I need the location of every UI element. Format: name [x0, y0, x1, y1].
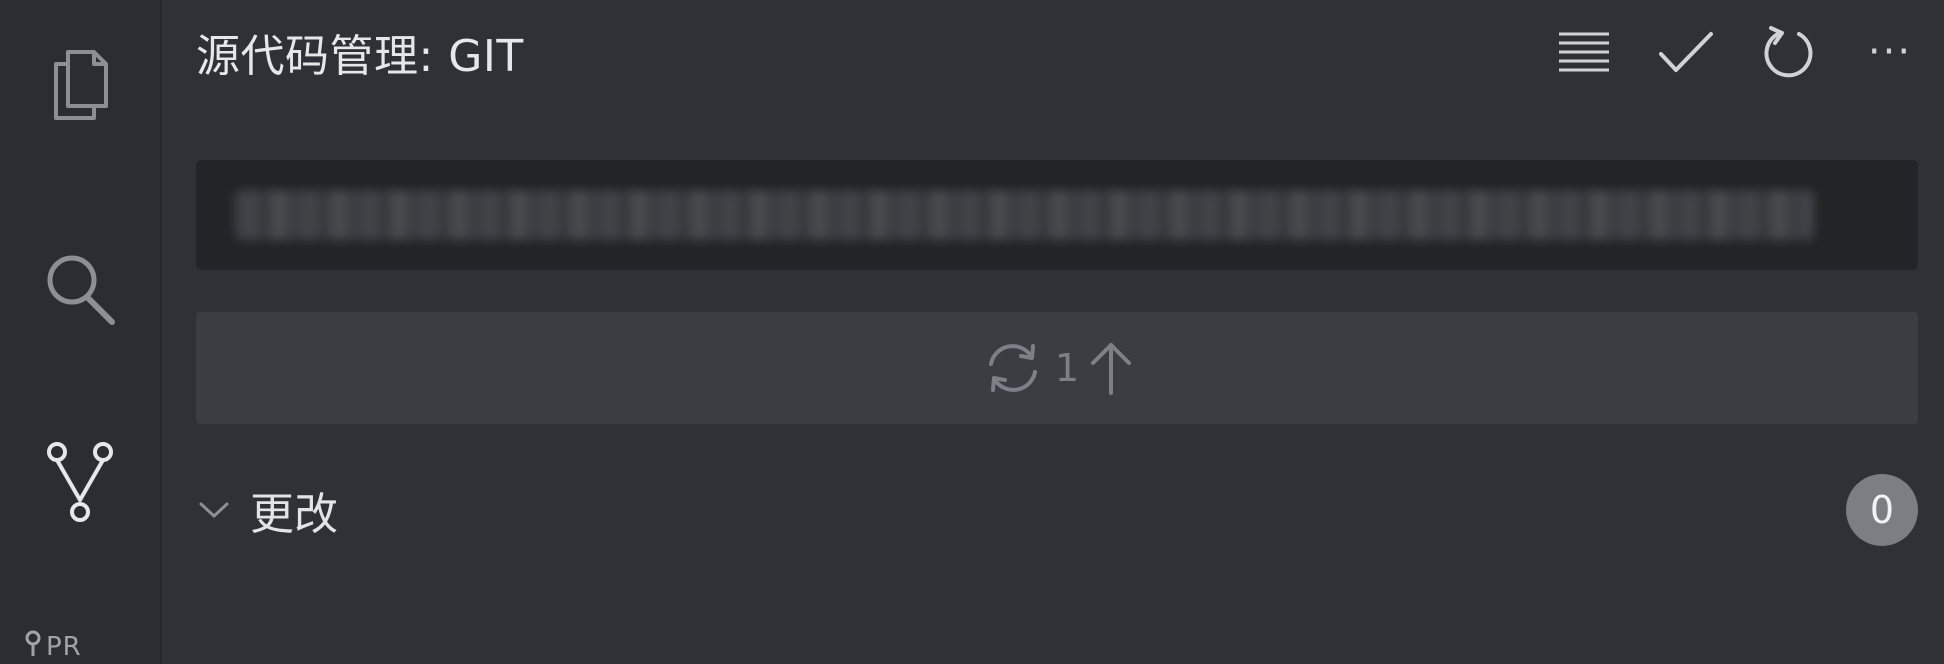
source-control-view: PR 源代码管理: GIT ··· 1 更改 0 — [0, 0, 1944, 664]
search-activity-button[interactable] — [0, 248, 160, 328]
changes-group-header[interactable]: 更改 0 — [196, 470, 1918, 550]
more-actions-button[interactable]: ··· — [1862, 20, 1918, 84]
panel-title: 源代码管理: GIT — [196, 31, 524, 82]
panel-toolbar: ··· — [1556, 20, 1918, 84]
source-control-activity-button[interactable] — [0, 440, 160, 524]
list-icon — [1557, 30, 1611, 74]
view-as-list-button[interactable] — [1556, 20, 1612, 84]
chevron-down-icon — [196, 501, 232, 519]
refresh-icon — [1761, 25, 1815, 79]
ellipsis-icon: ··· — [1867, 29, 1913, 75]
search-icon — [42, 248, 118, 328]
commit-message-input[interactable] — [196, 160, 1918, 270]
changes-label: 更改 — [250, 489, 338, 540]
outgoing-commit-count: 1 — [1054, 346, 1080, 390]
source-control-panel: 源代码管理: GIT ··· 1 更改 0 — [162, 0, 1944, 664]
source-control-icon — [45, 440, 115, 524]
commit-message-obscured — [234, 190, 1814, 240]
pr-label: PR — [46, 631, 82, 662]
commit-button[interactable] — [1658, 20, 1714, 84]
sync-changes-button[interactable]: 1 — [196, 312, 1918, 424]
files-icon — [50, 48, 110, 120]
pin-icon — [24, 630, 42, 663]
activity-bar: PR — [0, 0, 162, 664]
pull-requests-activity-button[interactable]: PR — [24, 630, 82, 663]
refresh-button[interactable] — [1760, 20, 1816, 84]
changes-count-badge: 0 — [1846, 474, 1918, 546]
explorer-activity-button[interactable] — [0, 46, 160, 122]
arrow-up-icon — [1089, 341, 1133, 395]
check-icon — [1658, 30, 1714, 74]
sync-icon — [981, 340, 1045, 396]
